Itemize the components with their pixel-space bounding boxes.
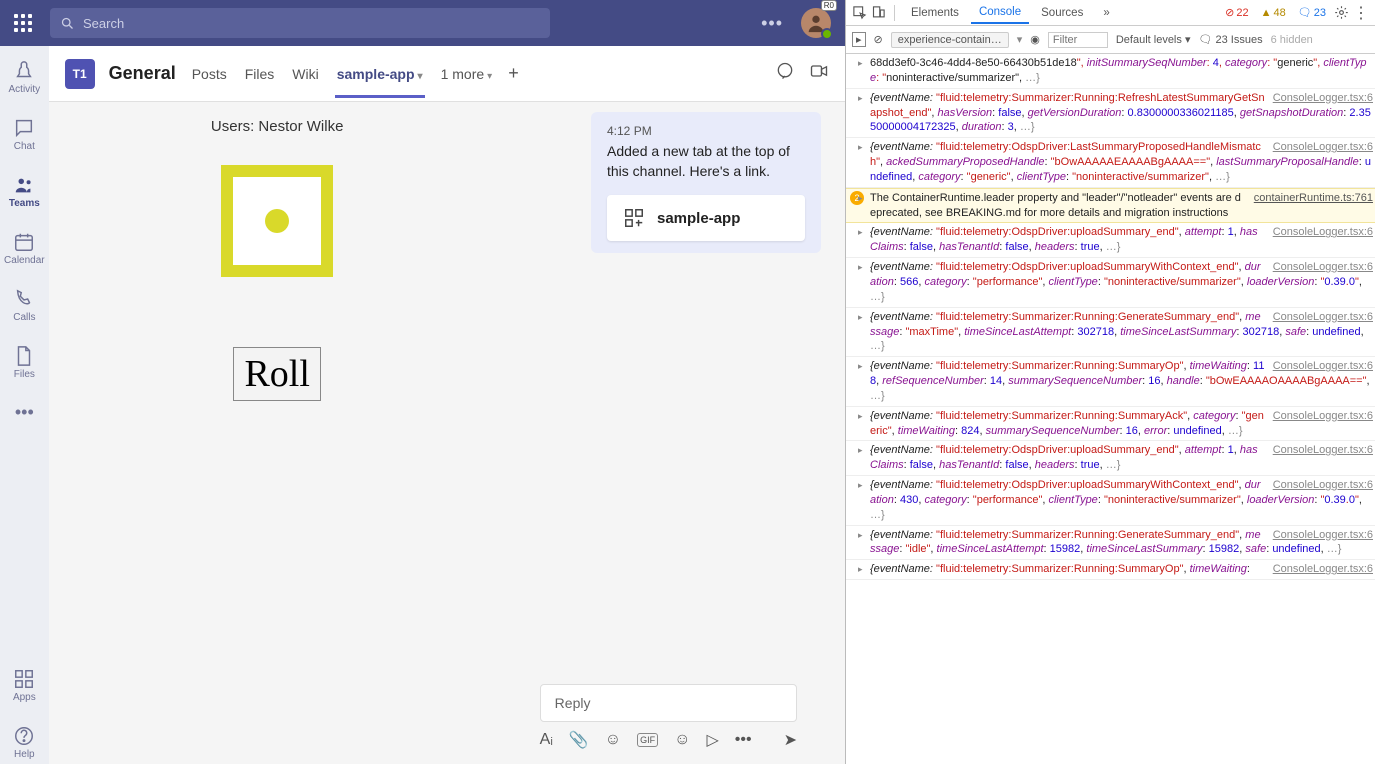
search-icon xyxy=(60,16,75,31)
dt-tab-console[interactable]: Console xyxy=(971,2,1029,24)
rail-teams[interactable]: Teams xyxy=(0,170,49,213)
rail-more[interactable]: ••• xyxy=(0,398,49,427)
devtools-tabbar: Elements Console Sources » ⊘22 ▲48 🗨23 ⋮ xyxy=(846,0,1375,26)
console-play-icon[interactable]: ▸ xyxy=(852,32,866,47)
console-warning-row[interactable]: 2containerRuntime.ts:761▸The ContainerRu… xyxy=(846,188,1375,224)
levels-selector[interactable]: Default levels ▾ xyxy=(1116,33,1191,46)
dt-menu-icon[interactable]: ⋮ xyxy=(1353,3,1369,23)
message-body: Added a new tab at the top of this chann… xyxy=(607,142,805,181)
console-row[interactable]: ConsoleLogger.tsx:6▸{eventName: "fluid:t… xyxy=(846,560,1375,580)
dt-tab-more[interactable]: » xyxy=(1095,3,1117,23)
stream-icon[interactable]: ▷ xyxy=(706,730,718,750)
user-avatar[interactable]: R0 xyxy=(801,8,831,38)
console-row[interactable]: ▸68dd3ef0-3c46-4dd4-8e50-66430b51de18", … xyxy=(846,54,1375,89)
clear-console-icon[interactable]: ⊘ xyxy=(874,33,883,46)
device-icon[interactable] xyxy=(871,5,886,20)
tab-link-card[interactable]: sample-app xyxy=(607,195,805,241)
console-log[interactable]: ▸68dd3ef0-3c46-4dd4-8e50-66430b51de18", … xyxy=(846,54,1375,764)
console-row[interactable]: ConsoleLogger.tsx:6▸{eventName: "fluid:t… xyxy=(846,89,1375,139)
add-tab-button[interactable]: + xyxy=(508,63,519,84)
channel-avatar: T1 xyxy=(65,59,95,89)
compose-area: Reply Aᵢ 📎 ☺ GIF ☺ ▷ ••• ➤ xyxy=(516,674,821,764)
tab-files[interactable]: Files xyxy=(243,50,277,98)
more-compose-icon[interactable]: ••• xyxy=(735,731,752,749)
users-label: Users: Nestor Wilke xyxy=(69,118,486,135)
console-row[interactable]: ConsoleLogger.tsx:6▸{eventName: "fluid:t… xyxy=(846,441,1375,476)
issues-link[interactable]: 🗨 23 Issues xyxy=(1198,33,1262,46)
info-count[interactable]: 🗨23 xyxy=(1294,6,1330,19)
rail-help[interactable]: Help xyxy=(0,721,49,764)
console-row[interactable]: ConsoleLogger.tsx:6▸{eventName: "fluid:t… xyxy=(846,526,1375,561)
app-canvas: Users: Nestor Wilke Roll xyxy=(49,102,506,764)
rail-calls[interactable]: Calls xyxy=(0,284,49,327)
console-row[interactable]: ConsoleLogger.tsx:6▸{eventName: "fluid:t… xyxy=(846,258,1375,308)
chevron-down-icon: ▾ xyxy=(418,71,423,82)
console-row[interactable]: ConsoleLogger.tsx:6▸{eventName: "fluid:t… xyxy=(846,223,1375,258)
tab-posts[interactable]: Posts xyxy=(190,50,229,98)
sticker-icon[interactable]: ☺ xyxy=(674,731,690,749)
tab-more[interactable]: 1 more▾ xyxy=(439,50,495,98)
console-row[interactable]: ConsoleLogger.tsx:6▸{eventName: "fluid:t… xyxy=(846,308,1375,358)
context-selector[interactable]: experience-contain… xyxy=(891,32,1009,48)
search-placeholder: Search xyxy=(83,16,124,31)
presence-badge xyxy=(821,28,833,40)
tab-sample-app[interactable]: sample-app▾ xyxy=(335,50,425,98)
hidden-count: 6 hidden xyxy=(1271,34,1313,46)
channel-name: General xyxy=(109,63,176,84)
teams-topbar: Search ••• R0 xyxy=(0,0,845,46)
more-icon[interactable]: ••• xyxy=(761,13,783,34)
rail-calendar[interactable]: Calendar xyxy=(0,227,49,270)
devtools-panel: Elements Console Sources » ⊘22 ▲48 🗨23 ⋮… xyxy=(845,0,1375,764)
error-count[interactable]: ⊘22 xyxy=(1221,6,1252,19)
eye-icon[interactable]: ◉ xyxy=(1030,33,1040,46)
console-row[interactable]: ConsoleLogger.tsx:6▸{eventName: "fluid:t… xyxy=(846,476,1375,526)
meet-icon[interactable] xyxy=(809,61,829,86)
roll-button[interactable]: Roll xyxy=(233,347,320,401)
emoji-icon[interactable]: ☺ xyxy=(605,731,621,749)
message-time: 4:12 PM xyxy=(607,124,805,138)
console-row[interactable]: ConsoleLogger.tsx:6▸{eventName: "fluid:t… xyxy=(846,357,1375,407)
settings-icon[interactable] xyxy=(1334,5,1349,20)
inspect-icon[interactable] xyxy=(852,5,867,20)
console-toolbar: ▸ ⊘ experience-contain… ▾ ◉ Default leve… xyxy=(846,26,1375,54)
rail-files[interactable]: Files xyxy=(0,341,49,384)
send-icon[interactable]: ➤ xyxy=(784,730,797,750)
rail-activity[interactable]: Activity xyxy=(0,56,49,99)
attach-icon[interactable]: 📎 xyxy=(569,730,589,750)
console-row[interactable]: ConsoleLogger.tsx:6▸{eventName: "fluid:t… xyxy=(846,138,1375,188)
app-icon xyxy=(623,207,645,229)
gif-icon[interactable]: GIF xyxy=(637,733,658,747)
system-message: 4:12 PM Added a new tab at the top of th… xyxy=(591,112,821,253)
console-row[interactable]: ConsoleLogger.tsx:6▸{eventName: "fluid:t… xyxy=(846,407,1375,442)
dice-pip xyxy=(265,209,289,233)
tab-wiki[interactable]: Wiki xyxy=(290,50,320,98)
channel-header: T1 General Posts Files Wiki sample-app▾ … xyxy=(49,46,845,102)
app-rail: Activity Chat Teams Calendar Calls Files… xyxy=(0,46,49,764)
warn-count[interactable]: ▲48 xyxy=(1257,7,1290,19)
filter-input[interactable] xyxy=(1048,32,1108,48)
chat-icon[interactable] xyxy=(775,61,795,86)
dt-tab-sources[interactable]: Sources xyxy=(1033,3,1091,23)
dice-face xyxy=(221,165,333,277)
format-icon[interactable]: Aᵢ xyxy=(540,731,553,749)
app-launcher-icon[interactable] xyxy=(14,14,32,32)
rail-chat[interactable]: Chat xyxy=(0,113,49,156)
rail-apps[interactable]: Apps xyxy=(0,664,49,707)
search-box[interactable]: Search xyxy=(50,8,550,38)
reply-input[interactable]: Reply xyxy=(540,684,797,722)
dt-tab-elements[interactable]: Elements xyxy=(903,3,967,23)
chevron-down-icon: ▾ xyxy=(487,71,492,82)
